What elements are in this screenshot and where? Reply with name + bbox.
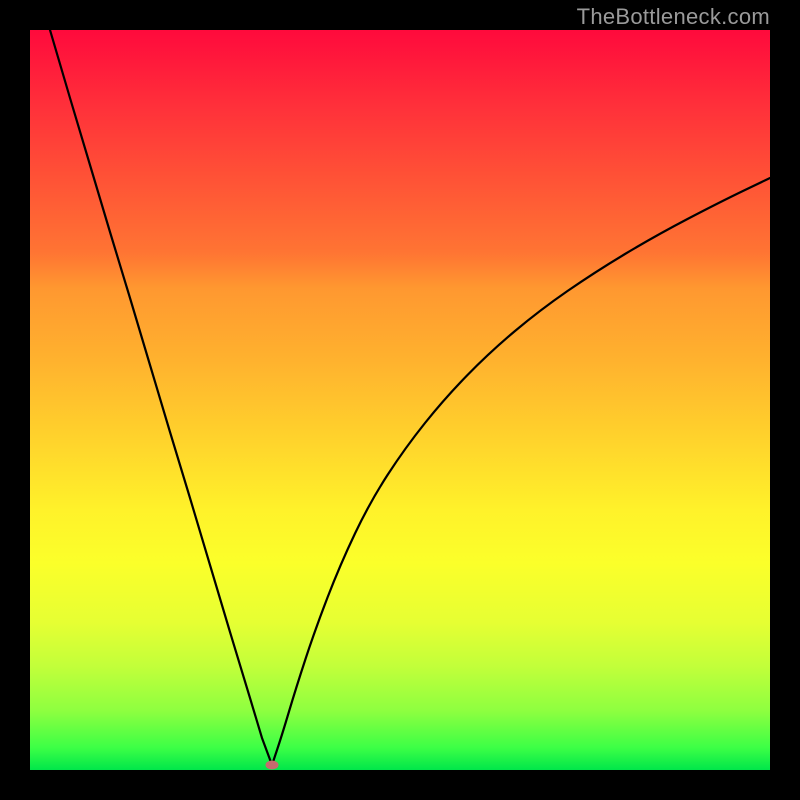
curve-right-branch (272, 178, 770, 765)
outer-frame: TheBottleneck.com (0, 0, 800, 800)
plot-area (30, 30, 770, 770)
curve-svg (30, 30, 770, 770)
watermark-text: TheBottleneck.com (577, 4, 770, 30)
curve-left-branch (50, 30, 272, 765)
optimum-marker (266, 761, 279, 770)
